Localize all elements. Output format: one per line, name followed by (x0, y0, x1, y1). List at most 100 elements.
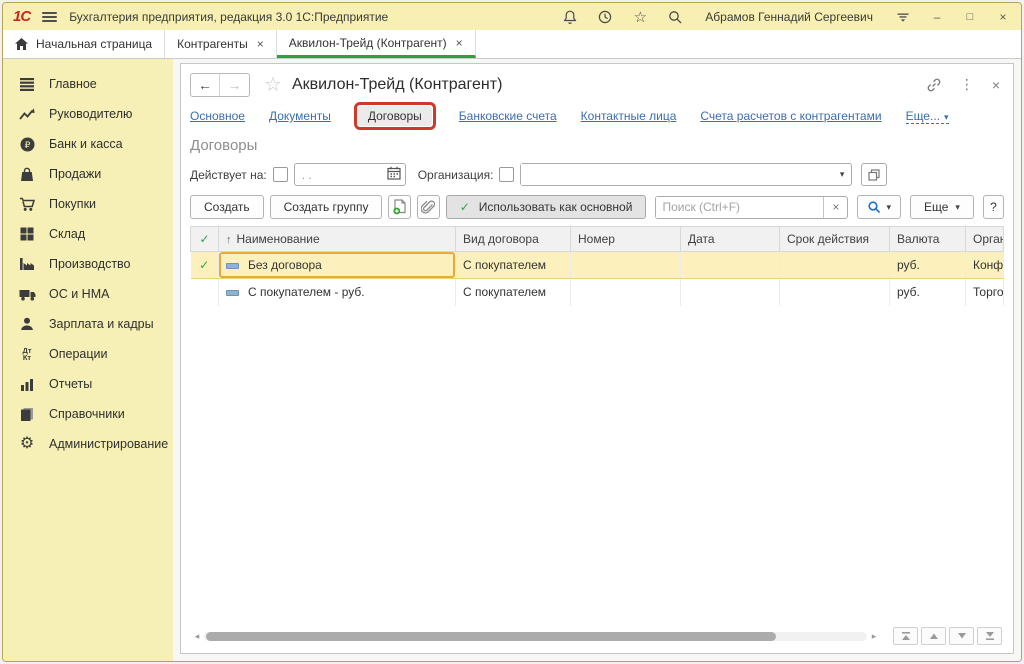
use-as-main-button[interactable]: ✓ Использовать как основной (446, 195, 647, 219)
back-button[interactable]: ← (191, 74, 220, 96)
sidebar-item-manager[interactable]: Руководителю (3, 99, 173, 129)
create-new-from-button[interactable] (388, 195, 411, 219)
sidebar-item-directories[interactable]: Справочники (3, 399, 173, 429)
organization-pick-button[interactable] (861, 163, 887, 186)
table-row[interactable]: С покупателем - руб. С покупателем руб. … (191, 279, 1004, 306)
more-actions-icon[interactable]: ⋮ (960, 76, 974, 93)
favorites-star-icon[interactable]: ☆ (631, 8, 649, 26)
organization-input[interactable] (521, 164, 832, 185)
cell-date[interactable] (681, 279, 780, 306)
combo-dropdown-icon[interactable]: ▾ (833, 169, 852, 180)
maximize-button[interactable]: □ (962, 11, 978, 23)
cell-organization[interactable]: Торговы (966, 279, 1004, 306)
main-area: ← → ☆ Аквилон-Трейд (Контрагент) ⋮ × (173, 59, 1021, 661)
more-button[interactable]: Еще ▾ (910, 195, 974, 219)
sidebar-item-main[interactable]: Главное (3, 69, 173, 99)
section-sidebar: Главное Руководителю ₽ Банк и касса Прод… (3, 59, 173, 661)
nav-link-osnovnoe[interactable]: Основное (190, 109, 245, 123)
boxes-icon (18, 226, 36, 242)
get-link-icon[interactable] (926, 77, 942, 93)
sidebar-item-purchases[interactable]: Покупки (3, 189, 173, 219)
ruble-coin-icon: ₽ (18, 136, 36, 152)
go-down-button[interactable] (949, 627, 974, 645)
forward-button[interactable]: → (220, 74, 249, 96)
column-header-date[interactable]: Дата (681, 227, 780, 252)
nav-link-more[interactable]: Еще...▾ (906, 109, 949, 124)
calendar-icon[interactable] (387, 166, 401, 183)
horizontal-scrollbar[interactable] (204, 632, 867, 641)
cell-name[interactable]: Без договора (219, 252, 456, 279)
organization-combo[interactable]: ▾ (520, 163, 852, 186)
cell-currency[interactable]: руб. (890, 279, 966, 306)
cell-currency[interactable]: руб. (890, 252, 966, 279)
cell-number[interactable] (571, 252, 681, 279)
column-header-currency[interactable]: Валюта (890, 227, 966, 252)
close-form-icon[interactable]: × (992, 77, 1000, 93)
cell-date[interactable] (681, 252, 780, 279)
current-marker-header[interactable]: ✓ (191, 227, 219, 252)
sidebar-item-fixed-assets[interactable]: ОС и НМА (3, 279, 173, 309)
scroll-right-icon[interactable]: ▸ (869, 631, 879, 642)
notifications-bell-icon[interactable] (561, 8, 579, 26)
tab-akvilon-trade[interactable]: Аквилон-Трейд (Контрагент) × (277, 30, 476, 58)
help-button[interactable]: ? (983, 195, 1004, 219)
attachments-button[interactable] (417, 195, 440, 219)
sidebar-item-operations[interactable]: ДтКт Операции (3, 339, 173, 369)
create-button[interactable]: Создать (190, 195, 264, 219)
close-tab-icon[interactable]: × (456, 36, 463, 50)
cell-number[interactable] (571, 279, 681, 306)
clear-search-icon[interactable]: × (823, 197, 847, 218)
chevron-down-icon: ▾ (886, 202, 891, 213)
column-header-term[interactable]: Срок действия (780, 227, 890, 252)
sidebar-item-warehouse[interactable]: Склад (3, 219, 173, 249)
cell-term[interactable] (780, 252, 890, 279)
go-last-button[interactable] (977, 627, 1002, 645)
organization-checkbox[interactable] (499, 167, 514, 182)
cell-organization[interactable]: Конфетп (966, 252, 1004, 279)
cell-name[interactable]: С покупателем - руб. (219, 279, 456, 306)
search-field[interactable]: × (655, 196, 848, 219)
column-header-organization[interactable]: Организа (966, 227, 1004, 252)
main-menu-icon[interactable] (42, 10, 57, 24)
contractor-form-panel: ← → ☆ Аквилон-Трейд (Контрагент) ⋮ × (180, 63, 1014, 654)
column-header-number[interactable]: Номер (571, 227, 681, 252)
cell-type[interactable]: С покупателем (456, 252, 571, 279)
table-row-selected[interactable]: ✓ Без договора С покупателем руб. Конфет… (191, 252, 1004, 279)
nav-link-kontaktnye-lica[interactable]: Контактные лица (581, 109, 677, 123)
minimize-button[interactable]: – (929, 10, 945, 24)
column-header-type[interactable]: Вид договора (456, 227, 571, 252)
search-input[interactable] (656, 197, 823, 218)
sidebar-item-production[interactable]: Производство (3, 249, 173, 279)
record-nav-buttons (893, 627, 1002, 645)
history-icon[interactable] (596, 8, 614, 26)
column-header-name[interactable]: ↑Наименование (219, 227, 456, 252)
favorite-star-icon[interactable]: ☆ (264, 72, 282, 97)
scrollbar-thumb[interactable] (206, 632, 776, 641)
acts-on-checkbox[interactable] (273, 167, 288, 182)
nav-link-scheta-raschetov[interactable]: Счета расчетов с контрагентами (700, 109, 881, 123)
global-search-icon[interactable] (666, 8, 684, 26)
go-first-button[interactable] (893, 627, 918, 645)
tab-kontragenty[interactable]: Контрагенты × (165, 30, 277, 58)
list-element-icon (226, 263, 239, 269)
sidebar-item-administration[interactable]: ⚙ Администрирование (3, 429, 173, 459)
close-window-button[interactable]: × (995, 10, 1011, 24)
cell-type[interactable]: С покупателем (456, 279, 571, 306)
nav-link-dogovory-active[interactable]: Договоры (358, 106, 432, 126)
user-name[interactable]: Абрамов Геннадий Сергеевич (705, 10, 873, 24)
service-menu-icon[interactable] (894, 8, 912, 26)
tab-home[interactable]: Начальная страница (3, 30, 165, 58)
nav-link-bankovskie-scheta[interactable]: Банковские счета (459, 109, 557, 123)
sidebar-item-bank-cash[interactable]: ₽ Банк и касса (3, 129, 173, 159)
date-field[interactable]: . . (294, 163, 406, 186)
create-group-button[interactable]: Создать группу (270, 195, 383, 219)
cell-term[interactable] (780, 279, 890, 306)
close-tab-icon[interactable]: × (257, 37, 264, 51)
search-button[interactable]: ▾ (857, 195, 901, 219)
go-up-button[interactable] (921, 627, 946, 645)
scroll-left-icon[interactable]: ◂ (192, 631, 202, 642)
sidebar-item-salary-hr[interactable]: Зарплата и кадры (3, 309, 173, 339)
sidebar-item-sales[interactable]: Продажи (3, 159, 173, 189)
nav-link-dokumenty[interactable]: Документы (269, 109, 331, 123)
sidebar-item-reports[interactable]: Отчеты (3, 369, 173, 399)
